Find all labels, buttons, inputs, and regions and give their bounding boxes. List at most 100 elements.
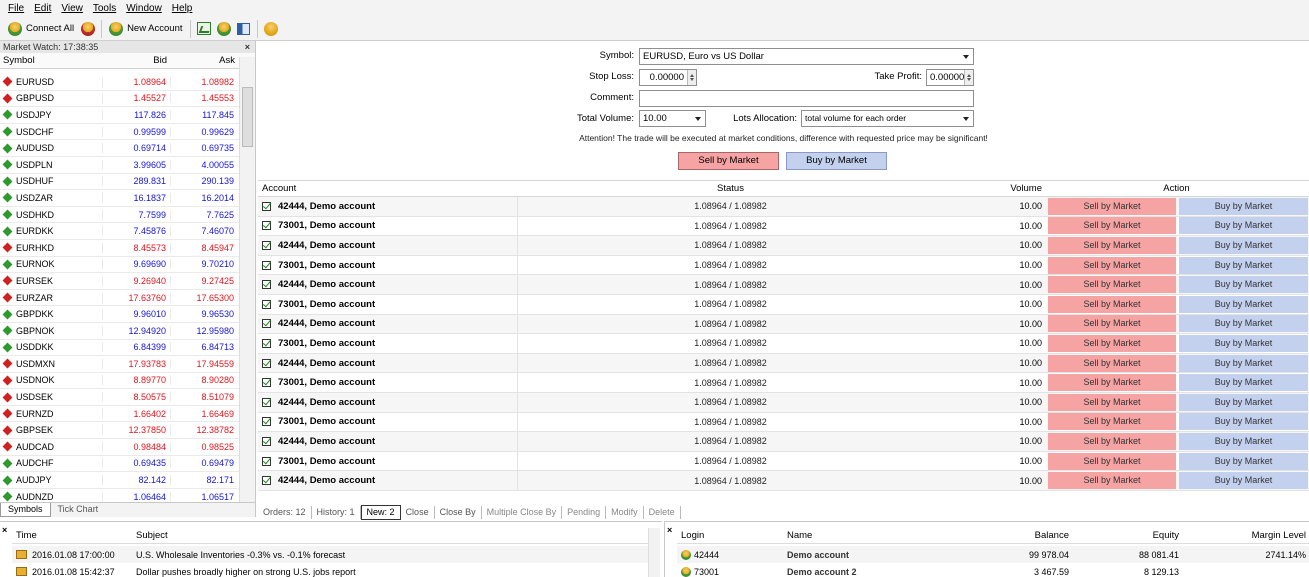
column-header-margin-level[interactable]: Margin Level [1183, 528, 1309, 543]
column-header-login[interactable]: Login [677, 528, 783, 543]
column-header-ask[interactable]: Ask [170, 53, 238, 68]
row-buy-by-market-button[interactable]: Buy by Market [1179, 276, 1308, 294]
column-header-account[interactable]: Account [258, 181, 518, 196]
row-sell-by-market-button[interactable]: Sell by Market [1048, 276, 1176, 294]
market-watch-row[interactable]: EURZAR 17.63760 17.65300 [0, 290, 239, 307]
row-checkbox[interactable] [262, 378, 271, 388]
connect-all-button[interactable]: Connect All [4, 19, 78, 39]
column-header-name[interactable]: Name [783, 528, 963, 543]
menu-window[interactable]: Window [121, 3, 167, 14]
column-header-volume[interactable]: Volume [943, 181, 1045, 196]
menu-tools[interactable]: Tools [88, 3, 121, 14]
news-row[interactable]: 2016.01.08 15:42:37 Dollar pushes broadly… [12, 563, 648, 577]
market-watch-row[interactable]: USDPLN 3.99605 4.00055 [0, 157, 239, 174]
row-checkbox[interactable] [262, 338, 271, 348]
symbol-select[interactable]: EURUSD, Euro vs US Dollar [639, 48, 974, 65]
chart-button[interactable] [194, 19, 214, 39]
news-scrollbar[interactable] [648, 528, 660, 577]
news-row[interactable]: 2016.01.08 17:00:00 U.S. Wholesale Invent… [12, 546, 648, 563]
row-sell-by-market-button[interactable]: Sell by Market [1048, 472, 1176, 490]
column-header-status[interactable]: Status [518, 181, 943, 196]
row-checkbox[interactable] [262, 299, 271, 309]
row-sell-by-market-button[interactable]: Sell by Market [1048, 432, 1176, 450]
market-watch-row[interactable]: AUDCHF 0.69435 0.69479 [0, 456, 239, 473]
row-buy-by-market-button[interactable]: Buy by Market [1179, 295, 1308, 313]
scrollbar-thumb[interactable] [242, 87, 253, 147]
column-header-subject[interactable]: Subject [132, 528, 648, 543]
market-watch-row[interactable]: USDHKD 7.7599 7.7625 [0, 207, 239, 224]
market-watch-row[interactable]: GBPDKK 9.96010 9.96530 [0, 306, 239, 323]
row-sell-by-market-button[interactable]: Sell by Market [1048, 236, 1176, 254]
close-icon[interactable]: × [2, 525, 7, 535]
comment-field[interactable] [639, 90, 974, 107]
market-watch-row[interactable]: AUDCAD 0.98484 0.98525 [0, 439, 239, 456]
lots-allocation-select[interactable]: total volume for each order [801, 110, 974, 127]
row-checkbox[interactable] [262, 280, 271, 290]
market-watch-row[interactable]: USDHUF 289.831 290.139 [0, 174, 239, 191]
market-watch-row[interactable]: USDMXN 17.93783 17.94559 [0, 356, 239, 373]
row-checkbox[interactable] [262, 397, 271, 407]
market-watch-row[interactable]: USDSEK 8.50575 8.51079 [0, 389, 239, 406]
row-checkbox[interactable] [262, 456, 271, 466]
row-sell-by-market-button[interactable]: Sell by Market [1048, 197, 1176, 215]
row-checkbox[interactable] [262, 201, 271, 211]
market-watch-row[interactable]: USDZAR 16.1837 16.2014 [0, 190, 239, 207]
market-watch-row[interactable]: GBPNOK 12.94920 12.95980 [0, 323, 239, 340]
tab-symbols[interactable]: Symbols [0, 503, 51, 517]
buy-by-market-button[interactable]: Buy by Market [786, 152, 887, 170]
row-sell-by-market-button[interactable]: Sell by Market [1048, 354, 1176, 372]
window-button[interactable] [234, 19, 254, 39]
row-buy-by-market-button[interactable]: Buy by Market [1179, 256, 1308, 274]
column-header-bid[interactable]: Bid [102, 53, 170, 68]
tab-new[interactable]: New: 2 [360, 505, 401, 520]
row-buy-by-market-button[interactable]: Buy by Market [1179, 197, 1308, 215]
row-checkbox[interactable] [262, 240, 271, 250]
column-header-equity[interactable]: Equity [1073, 528, 1183, 543]
column-header-time[interactable]: Time [12, 528, 132, 543]
row-sell-by-market-button[interactable]: Sell by Market [1048, 374, 1176, 392]
menu-view[interactable]: View [56, 3, 88, 14]
disconnect-button[interactable] [78, 19, 98, 39]
close-icon[interactable]: × [245, 41, 250, 53]
market-watch-row[interactable]: AUDUSD 0.69714 0.69735 [0, 140, 239, 157]
market-watch-row[interactable]: EURSEK 9.26940 9.27425 [0, 273, 239, 290]
tab-close-by[interactable]: Close By [435, 506, 482, 519]
tab-tick-chart[interactable]: Tick Chart [51, 503, 106, 517]
row-buy-by-market-button[interactable]: Buy by Market [1179, 236, 1308, 254]
row-checkbox[interactable] [262, 221, 271, 231]
market-watch-row[interactable]: USDJPY 117.826 117.845 [0, 107, 239, 124]
market-watch-row[interactable]: AUDJPY 82.142 82.171 [0, 472, 239, 489]
row-buy-by-market-button[interactable]: Buy by Market [1179, 374, 1308, 392]
row-sell-by-market-button[interactable]: Sell by Market [1048, 217, 1176, 235]
take-profit-spinner[interactable] [964, 70, 973, 85]
market-watch-row[interactable]: GBPUSD 1.45527 1.45553 [0, 91, 239, 108]
sell-by-market-button[interactable]: Sell by Market [678, 152, 779, 170]
account-row[interactable]: 73001 Demo account 2 3 467.59 8 129.13 [677, 563, 1309, 577]
row-sell-by-market-button[interactable]: Sell by Market [1048, 452, 1176, 470]
row-checkbox[interactable] [262, 436, 271, 446]
row-checkbox[interactable] [262, 260, 271, 270]
accounts-button[interactable] [214, 19, 234, 39]
row-buy-by-market-button[interactable]: Buy by Market [1179, 393, 1308, 411]
market-watch-row[interactable]: EURNZD 1.66402 1.66469 [0, 406, 239, 423]
column-header-symbol[interactable]: Symbol [0, 53, 102, 68]
tab-history[interactable]: History: 1 [312, 506, 361, 519]
row-checkbox[interactable] [262, 476, 271, 486]
market-watch-row[interactable]: EURNOK 9.69690 9.70210 [0, 257, 239, 274]
stop-loss-spinner[interactable] [687, 70, 696, 85]
row-sell-by-market-button[interactable]: Sell by Market [1048, 393, 1176, 411]
row-sell-by-market-button[interactable]: Sell by Market [1048, 315, 1176, 333]
row-buy-by-market-button[interactable]: Buy by Market [1179, 334, 1308, 352]
account-row[interactable]: 42444 Demo account 99 978.04 88 081.41 2741.… [677, 546, 1309, 563]
row-sell-by-market-button[interactable]: Sell by Market [1048, 334, 1176, 352]
market-watch-scrollbar[interactable] [239, 57, 255, 502]
row-buy-by-market-button[interactable]: Buy by Market [1179, 472, 1308, 490]
total-volume-select[interactable]: 10.00 [639, 110, 706, 127]
row-buy-by-market-button[interactable]: Buy by Market [1179, 452, 1308, 470]
market-watch-row[interactable]: AUDNZD 1.06464 1.06517 [0, 489, 239, 502]
market-watch-row[interactable]: USDCHF 0.99599 0.99629 [0, 124, 239, 141]
take-profit-field[interactable]: 0.00000 [926, 69, 974, 86]
row-checkbox[interactable] [262, 319, 271, 329]
menu-edit[interactable]: Edit [29, 3, 56, 14]
market-watch-row[interactable]: USDNOK 8.89770 8.90280 [0, 373, 239, 390]
